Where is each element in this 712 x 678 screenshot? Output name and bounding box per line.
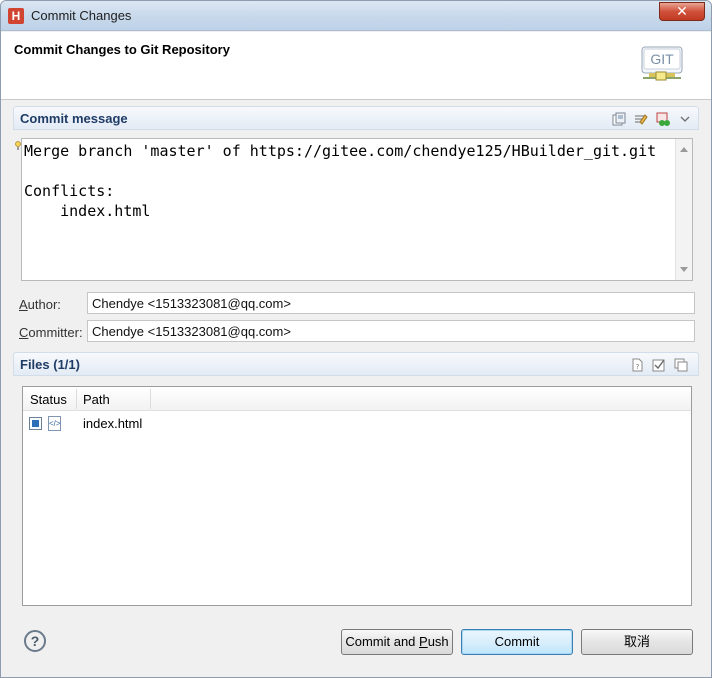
commit-message-scrollbar[interactable] xyxy=(675,139,692,280)
committer-label: Committer: xyxy=(19,325,83,340)
commit-message-textarea[interactable]: Merge branch 'master' of https://gitee.c… xyxy=(21,138,693,281)
author-value[interactable]: Chendye <1513323081@qq.com> xyxy=(92,296,291,311)
committer-field[interactable]: Chendye <1513323081@qq.com> xyxy=(87,320,695,342)
commit-and-push-label-prefix: Commit and xyxy=(345,634,420,649)
author-label-mnemonic: A xyxy=(19,297,28,312)
commit-message-text[interactable]: Merge branch 'master' of https://gitee.c… xyxy=(24,141,672,278)
add-signed-off-by-icon[interactable] xyxy=(634,112,648,126)
cancel-button[interactable]: 取消 xyxy=(581,629,693,655)
git-logo-text: GIT xyxy=(650,51,674,67)
select-all-checkbox-icon[interactable] xyxy=(652,358,666,372)
amend-commit-icon[interactable] xyxy=(656,112,670,126)
commit-and-push-mnemonic: P xyxy=(419,634,428,649)
view-menu-chevron-down-icon[interactable] xyxy=(678,112,692,126)
show-untracked-files-icon[interactable]: ? xyxy=(630,358,644,372)
commit-button[interactable]: Commit xyxy=(461,629,573,655)
hbuilder-app-icon: H xyxy=(8,8,24,24)
column-header-path[interactable]: Path xyxy=(83,392,110,407)
close-icon: ✕ xyxy=(676,3,688,19)
commit-button-label: Commit xyxy=(494,634,540,649)
file-path[interactable]: index.html xyxy=(83,416,142,431)
commit-and-push-button[interactable]: Commit and Push xyxy=(341,629,453,655)
file-include-checkbox[interactable] xyxy=(29,417,42,430)
deselect-all-icon[interactable] xyxy=(674,358,688,372)
html-file-icon: </> xyxy=(48,416,61,431)
committer-label-mnemonic: C xyxy=(19,325,29,340)
previous-messages-icon[interactable] xyxy=(612,112,626,126)
column-separator[interactable] xyxy=(150,389,151,409)
cancel-button-label: 取消 xyxy=(623,634,650,649)
author-label: Author: xyxy=(19,297,61,312)
column-separator[interactable] xyxy=(76,389,77,409)
scroll-up-arrow-icon[interactable] xyxy=(680,147,688,152)
files-section-title: Files (1/1) xyxy=(20,357,80,372)
help-icon[interactable]: ? xyxy=(24,630,46,652)
commit-message-section-title: Commit message xyxy=(20,111,128,126)
commit-changes-dialog: H Commit Changes ✕ Commit Changes to Git… xyxy=(0,0,712,678)
commit-message-section-header[interactable]: Commit message xyxy=(13,106,699,130)
files-table[interactable]: Status Path </> index.html xyxy=(22,386,692,606)
author-label-rest: uthor: xyxy=(27,297,61,312)
committer-value[interactable]: Chendye <1513323081@qq.com> xyxy=(92,324,291,339)
git-logo-icon: GIT xyxy=(641,46,683,81)
commit-and-push-label-suffix: ush xyxy=(427,634,449,649)
files-section-header[interactable]: Files (1/1) ? xyxy=(13,352,699,376)
close-button[interactable]: ✕ xyxy=(659,2,705,21)
dialog-header: Commit Changes to Git Repository GIT xyxy=(1,32,711,100)
committer-label-rest: ommitter: xyxy=(28,325,83,340)
column-header-status[interactable]: Status xyxy=(30,392,67,407)
author-field[interactable]: Chendye <1513323081@qq.com> xyxy=(87,292,695,314)
table-row[interactable]: </> index.html xyxy=(23,412,691,434)
window-title: Commit Changes xyxy=(31,8,132,23)
svg-text:?: ? xyxy=(636,363,640,371)
scroll-down-arrow-icon[interactable] xyxy=(680,267,688,272)
dialog-heading: Commit Changes to Git Repository xyxy=(14,42,230,57)
title-bar[interactable]: H Commit Changes ✕ xyxy=(1,1,711,31)
files-table-header: Status Path xyxy=(23,387,691,411)
